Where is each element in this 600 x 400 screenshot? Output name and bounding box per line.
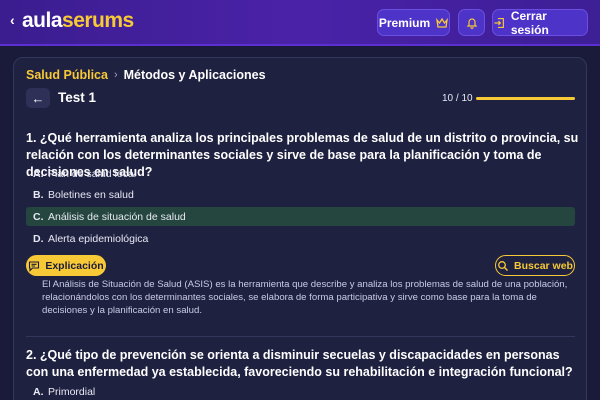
option-c[interactable]: C. Análisis de situación de salud [26, 207, 575, 226]
explanation-text: El Análisis de Situación de Salud (ASIS)… [42, 279, 568, 316]
logo-text-white: aula [22, 9, 63, 32]
logout-button[interactable]: Cerrar sesión [492, 8, 588, 37]
progress-fill [476, 97, 575, 100]
logout-label: Cerrar sesión [510, 8, 549, 37]
option-text: Alerta epidemiológica [48, 232, 149, 245]
test-title: Test 1 [58, 90, 97, 105]
back-button[interactable]: ← [26, 88, 50, 108]
breadcrumb-separator-icon: › [113, 69, 118, 81]
search-icon [498, 260, 509, 271]
message-icon [29, 260, 40, 272]
question-2-text: 2. ¿Qué tipo de prevención se orienta a … [26, 348, 573, 379]
search-web-button[interactable]: Buscar web [495, 255, 575, 276]
option-letter: A. [33, 385, 44, 398]
explanation-label: Explicación [45, 259, 104, 272]
option-text: Análisis de situación de salud [48, 210, 186, 223]
logout-icon [494, 17, 504, 28]
breadcrumb-parent[interactable]: Salud Pública [26, 68, 108, 82]
option-text: Plan de salud local [48, 167, 137, 180]
logo[interactable]: aulaserums [22, 9, 134, 33]
logo-text-yellow: serums [62, 9, 134, 32]
option-letter: C. [33, 210, 44, 223]
progress-text: 10 / 10 [442, 93, 473, 104]
option-letter: A. [33, 167, 44, 180]
explanation-button[interactable]: Explicación [26, 255, 106, 276]
option-d[interactable]: D. Alerta epidemiológica [26, 229, 575, 248]
option-letter: D. [33, 232, 44, 245]
option-letter: B. [33, 188, 44, 201]
arrow-left-icon: ← [31, 90, 45, 106]
breadcrumb: Salud Pública › Métodos y Aplicaciones [26, 68, 266, 82]
question-divider [26, 336, 575, 337]
breadcrumb-current: Métodos y Aplicaciones [123, 68, 266, 82]
option-text: Primordial [48, 385, 96, 398]
notifications-button[interactable] [458, 9, 485, 36]
option-a[interactable]: A. Plan de salud local [26, 164, 575, 183]
bell-icon [466, 17, 477, 29]
premium-button[interactable]: Premium [377, 9, 450, 36]
option-b[interactable]: B. Boletines en salud [26, 185, 575, 204]
search-web-label: Buscar web [514, 259, 573, 272]
top-bar: ‹ aulaserums Premium Cerrar sesión [0, 0, 600, 46]
option-text: Boletines en salud [48, 188, 134, 201]
crown-icon [436, 17, 449, 28]
premium-label: Premium [378, 15, 431, 30]
back-chevron-icon[interactable]: ‹ [10, 12, 15, 28]
option-a[interactable]: A. Primordial [26, 382, 575, 400]
test-card: Salud Pública › Métodos y Aplicaciones ←… [13, 57, 587, 400]
progress-bar [476, 97, 575, 100]
